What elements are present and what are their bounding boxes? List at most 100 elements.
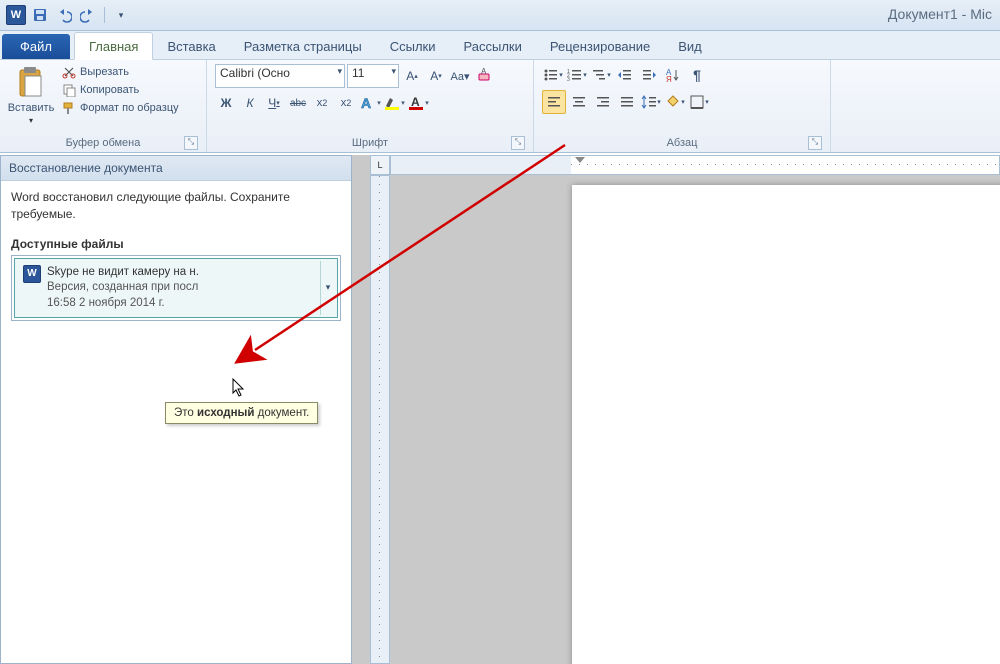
document-page[interactable] bbox=[572, 185, 1000, 664]
sort-button[interactable]: AЯ bbox=[662, 64, 684, 86]
svg-text:3: 3 bbox=[567, 77, 570, 83]
numbering-button[interactable]: 123▾ bbox=[566, 64, 588, 86]
font-family-combo[interactable]: Calibri (Осно bbox=[215, 64, 345, 88]
tab-home[interactable]: Главная bbox=[74, 32, 153, 60]
ruler-vertical[interactable] bbox=[370, 175, 390, 664]
undo-button[interactable] bbox=[54, 5, 74, 25]
recovery-file-list: W Skype не видит камеру на н. Версия, со… bbox=[11, 255, 341, 322]
copy-button[interactable]: Копировать bbox=[58, 82, 183, 98]
cursor-icon bbox=[232, 378, 246, 398]
document-area: L bbox=[352, 155, 1000, 664]
ribbon: Вставить ▾ Вырезать Копировать Формат по… bbox=[0, 60, 1000, 153]
multilevel-button[interactable]: ▾ bbox=[590, 64, 612, 86]
multilevel-icon bbox=[591, 67, 607, 83]
outdent-icon bbox=[617, 67, 633, 83]
shading-button[interactable]: ▾ bbox=[664, 91, 686, 113]
tab-insert[interactable]: Вставка bbox=[153, 33, 229, 59]
group-clipboard-label: Буфер обмена⤡ bbox=[8, 135, 198, 152]
shrink-font-button[interactable]: A▾ bbox=[425, 65, 447, 87]
sort-icon: AЯ bbox=[665, 67, 681, 83]
tooltip-text-bold: исходный bbox=[197, 407, 254, 419]
recovery-file-version: Версия, созданная при посл bbox=[47, 280, 199, 296]
highlight-button[interactable]: ▾ bbox=[383, 92, 405, 114]
ruler-indent-marker[interactable] bbox=[575, 157, 585, 171]
decrease-indent-button[interactable] bbox=[614, 64, 636, 86]
tab-view[interactable]: Вид bbox=[664, 33, 716, 59]
recovery-file-dropdown[interactable]: ▾ bbox=[320, 261, 335, 316]
change-case-button[interactable]: Aa▾ bbox=[449, 65, 471, 87]
recovery-title: Восстановление документа bbox=[1, 156, 351, 181]
word-icon: W bbox=[6, 5, 26, 25]
svg-text:A: A bbox=[411, 95, 420, 109]
recovery-file-item[interactable]: W Skype не видит камеру на н. Версия, со… bbox=[14, 258, 338, 319]
recovery-description: Word восстановил следующие файлы. Сохран… bbox=[11, 189, 341, 223]
paste-button[interactable]: Вставить ▾ bbox=[8, 64, 54, 127]
borders-button[interactable]: ▾ bbox=[688, 91, 710, 113]
redo-icon bbox=[80, 7, 96, 23]
font-color-button[interactable]: A▾ bbox=[407, 92, 429, 114]
paragraph-launcher[interactable]: ⤡ bbox=[808, 136, 822, 150]
copy-label: Копировать bbox=[80, 84, 139, 96]
align-left-button[interactable] bbox=[542, 90, 566, 114]
format-painter-icon bbox=[62, 101, 76, 115]
recovery-subheader: Доступные файлы bbox=[11, 237, 341, 251]
eraser-icon: A bbox=[476, 68, 492, 84]
line-spacing-icon bbox=[641, 94, 657, 110]
borders-icon bbox=[689, 94, 705, 110]
align-center-button[interactable] bbox=[568, 91, 590, 113]
font-color-icon: A bbox=[407, 94, 425, 112]
format-painter-button[interactable]: Формат по образцу bbox=[58, 100, 183, 116]
bullets-button[interactable]: ▾ bbox=[542, 64, 564, 86]
group-clipboard: Вставить ▾ Вырезать Копировать Формат по… bbox=[0, 60, 207, 152]
font-size-combo[interactable]: 11 bbox=[347, 64, 399, 88]
svg-text:A: A bbox=[361, 95, 371, 111]
tab-references[interactable]: Ссылки bbox=[376, 33, 450, 59]
ribbon-tabs: Файл Главная Вставка Разметка страницы С… bbox=[0, 31, 1000, 60]
tooltip: Это исходный документ. bbox=[165, 402, 318, 424]
justify-icon bbox=[620, 95, 634, 109]
document-title: Документ1 - Mic bbox=[888, 6, 992, 22]
text-effects-icon: A bbox=[359, 94, 377, 112]
align-right-icon bbox=[596, 95, 610, 109]
bullets-icon bbox=[543, 67, 559, 83]
svg-text:A: A bbox=[481, 68, 487, 76]
justify-button[interactable] bbox=[616, 91, 638, 113]
bold-button[interactable]: Ж bbox=[215, 92, 237, 114]
copy-icon bbox=[62, 83, 76, 97]
line-spacing-button[interactable]: ▾ bbox=[640, 91, 662, 113]
font-launcher[interactable]: ⤡ bbox=[511, 136, 525, 150]
tab-file[interactable]: Файл bbox=[2, 34, 70, 59]
cut-button[interactable]: Вырезать bbox=[58, 64, 183, 80]
show-marks-button[interactable]: ¶ bbox=[686, 64, 708, 86]
main-area: Восстановление документа Word восстанови… bbox=[0, 155, 1000, 664]
recovery-file-name: Skype не видит камеру на н. bbox=[47, 265, 199, 281]
increase-indent-button[interactable] bbox=[638, 64, 660, 86]
group-font-label: Шрифт⤡ bbox=[215, 135, 525, 152]
paste-icon bbox=[16, 66, 46, 100]
tab-layout[interactable]: Разметка страницы bbox=[230, 33, 376, 59]
undo-icon bbox=[56, 7, 72, 23]
align-right-button[interactable] bbox=[592, 91, 614, 113]
ruler-corner[interactable]: L bbox=[370, 155, 390, 175]
clear-format-button[interactable]: A bbox=[473, 65, 495, 87]
save-button[interactable] bbox=[30, 5, 50, 25]
subscript-button[interactable]: x2 bbox=[311, 92, 333, 114]
indent-icon bbox=[641, 67, 657, 83]
clipboard-launcher[interactable]: ⤡ bbox=[184, 136, 198, 150]
qat-customize[interactable]: ▾ bbox=[111, 5, 131, 25]
align-center-icon bbox=[572, 95, 586, 109]
grow-font-button[interactable]: A▴ bbox=[401, 65, 423, 87]
app-icon[interactable]: W bbox=[6, 5, 26, 25]
ruler-horizontal[interactable] bbox=[390, 155, 1000, 175]
superscript-button[interactable]: x2 bbox=[335, 92, 357, 114]
italic-button[interactable]: К bbox=[239, 92, 261, 114]
word-doc-icon: W bbox=[23, 265, 41, 283]
tab-review[interactable]: Рецензирование bbox=[536, 33, 664, 59]
redo-button[interactable] bbox=[78, 5, 98, 25]
tab-mailings[interactable]: Рассылки bbox=[450, 33, 536, 59]
text-effects-button[interactable]: A▾ bbox=[359, 92, 381, 114]
tooltip-text-1: Это bbox=[174, 407, 197, 419]
strike-button[interactable]: abc bbox=[287, 92, 309, 114]
underline-button[interactable]: Ч▾ bbox=[263, 92, 285, 114]
recovery-file-date: 16:58 2 ноября 2014 г. bbox=[47, 296, 199, 312]
